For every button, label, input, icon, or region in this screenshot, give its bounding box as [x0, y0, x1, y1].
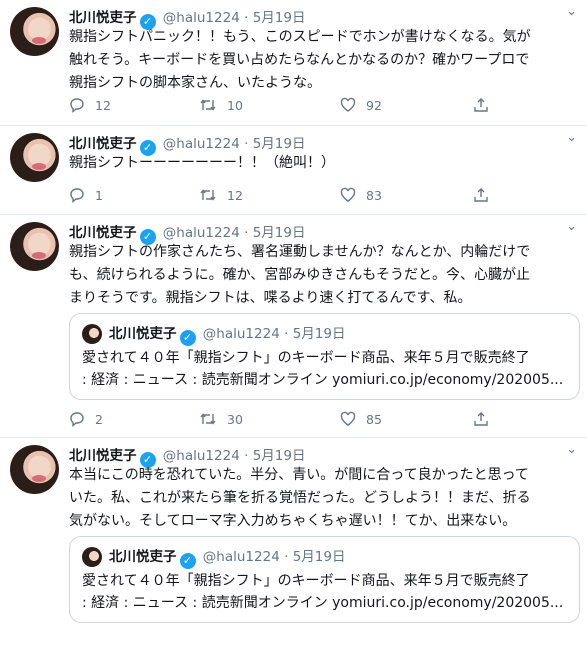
retweet-icon [200, 413, 216, 425]
tweet-actions: 12 10 92 [69, 96, 489, 116]
author-name[interactable]: 北川悦吏子 [69, 136, 137, 152]
reply-count: 2 [95, 412, 103, 427]
quoted-author-name: 北川悦吏子 [109, 549, 177, 565]
verified-badge-icon: ✓ [179, 330, 196, 346]
author-handle[interactable]: @halu1224 [163, 225, 240, 241]
share-button[interactable] [473, 186, 499, 206]
tweet-date[interactable]: 5月19日 [253, 10, 306, 26]
tweet-date[interactable]: 5月19日 [253, 225, 306, 241]
retweet-count: 30 [227, 412, 243, 427]
share-icon [474, 412, 488, 426]
author-name[interactable]: 北川悦吏子 [69, 225, 137, 241]
quoted-author-handle: @halu1224 [202, 549, 280, 565]
tweet-text: 本当にこの時を恐れていた。半分、青い。が間に合って良かったと思って いた。私、こ… [69, 467, 531, 529]
tweet-text: 親指シフトパニック！！もう、このスピードでホンが書けなくなる。気が 触れそう。キ… [69, 29, 531, 91]
tweet-header: 北川悦吏子 ✓ @halu1224 · 5月19日 [69, 225, 306, 245]
reply-icon [70, 412, 84, 427]
quoted-date: 5月19日 [292, 326, 346, 342]
quoted-author-name: 北川悦吏子 [109, 326, 177, 342]
quoted-author-handle: @halu1224 [202, 326, 280, 342]
reply-button[interactable]: 1 [69, 186, 103, 206]
avatar[interactable] [10, 222, 59, 271]
retweet-button[interactable]: 30 [199, 410, 243, 430]
reply-icon [70, 98, 84, 113]
share-button[interactable] [473, 410, 499, 430]
tweet-date[interactable]: 5月19日 [253, 448, 306, 464]
reply-button[interactable]: 12 [69, 96, 111, 116]
tweet-actions: 2 30 85 [69, 410, 489, 430]
tweet[interactable]: 北川悦吏子 ✓ @halu1224 · 5月19日 ⌄ 本当にこの時を恐れていた。… [0, 438, 587, 648]
author-handle[interactable]: @halu1224 [163, 448, 240, 464]
avatar[interactable] [10, 445, 59, 494]
tweet[interactable]: 北川悦吏子 ✓ @halu1224 · 5月19日 ⌄ 親指シフトパニック！！もう… [0, 0, 587, 126]
tweet-header: 北川悦吏子 ✓ @halu1224 · 5月19日 [69, 136, 306, 156]
chevron-down-icon[interactable]: ⌄ [566, 130, 577, 145]
retweet-count: 12 [227, 188, 243, 203]
author-name[interactable]: 北川悦吏子 [69, 10, 137, 26]
tweet-header: 北川悦吏子 ✓ @halu1224 · 5月19日 [69, 448, 306, 468]
heart-icon [340, 97, 356, 112]
tweet[interactable]: 北川悦吏子 ✓ @halu1224 · 5月19日 ⌄ 親指シフトの作家さんたち、… [0, 215, 587, 438]
quoted-avatar [82, 324, 102, 344]
reply-button[interactable]: 2 [69, 410, 103, 430]
quoted-tweet[interactable]: 北川悦吏子 ✓ @halu1224 · 5月19日 愛されて４０年「親指シフト」の… [69, 536, 580, 623]
tweet-text: 親指シフトの作家さんたち、署名運動しませんか？なんとか、内輪だけで も、続けられ… [69, 244, 531, 306]
retweet-button[interactable]: 10 [199, 96, 243, 116]
quoted-tweet[interactable]: 北川悦吏子 ✓ @halu1224 · 5月19日 愛されて４０年「親指シフト」の… [69, 313, 580, 400]
quoted-text: 愛されて４０年「親指シフト」のキーボード商品、来年５月で販売終了 : 経済 : … [82, 573, 564, 611]
retweet-icon [200, 189, 216, 201]
chevron-down-icon[interactable]: ⌄ [566, 219, 577, 234]
heart-icon [340, 411, 356, 426]
tweet-header: 北川悦吏子 ✓ @halu1224 · 5月19日 [69, 10, 306, 30]
quoted-header: 北川悦吏子 ✓ @halu1224 · 5月19日 [109, 326, 346, 346]
retweet-button[interactable]: 12 [199, 186, 243, 206]
verified-badge-icon: ✓ [179, 553, 196, 569]
chevron-down-icon[interactable]: ⌄ [566, 442, 577, 457]
share-icon [474, 98, 488, 112]
retweet-icon [200, 99, 216, 111]
tweet[interactable]: 北川悦吏子 ✓ @halu1224 · 5月19日 ⌄ 親指シフトーーーーーーー！… [0, 126, 587, 215]
author-handle[interactable]: @halu1224 [163, 10, 240, 26]
avatar[interactable] [10, 133, 59, 182]
like-count: 85 [366, 412, 382, 427]
like-button[interactable]: 83 [340, 186, 382, 206]
quoted-avatar [82, 547, 102, 567]
like-count: 92 [366, 98, 382, 113]
reply-count: 1 [95, 188, 103, 203]
like-count: 83 [366, 188, 382, 203]
heart-icon [340, 187, 356, 202]
tweet-actions: 1 12 83 [69, 186, 489, 206]
quoted-header: 北川悦吏子 ✓ @halu1224 · 5月19日 [109, 549, 346, 569]
avatar[interactable] [10, 7, 59, 56]
retweet-count: 10 [227, 98, 243, 113]
author-name[interactable]: 北川悦吏子 [69, 448, 137, 464]
share-icon [474, 188, 488, 202]
like-button[interactable]: 92 [340, 96, 382, 116]
quoted-text: 愛されて４０年「親指シフト」のキーボード商品、来年５月で販売終了 : 経済 : … [82, 350, 564, 388]
reply-count: 12 [95, 98, 111, 113]
author-handle[interactable]: @halu1224 [163, 136, 240, 152]
share-button[interactable] [473, 96, 499, 116]
quoted-date: 5月19日 [292, 549, 346, 565]
tweet-date[interactable]: 5月19日 [253, 136, 306, 152]
like-button[interactable]: 85 [340, 410, 382, 430]
reply-icon [70, 188, 84, 203]
tweet-text: 親指シフトーーーーーーー！！（絶叫！） [69, 155, 335, 171]
chevron-down-icon[interactable]: ⌄ [566, 4, 577, 19]
